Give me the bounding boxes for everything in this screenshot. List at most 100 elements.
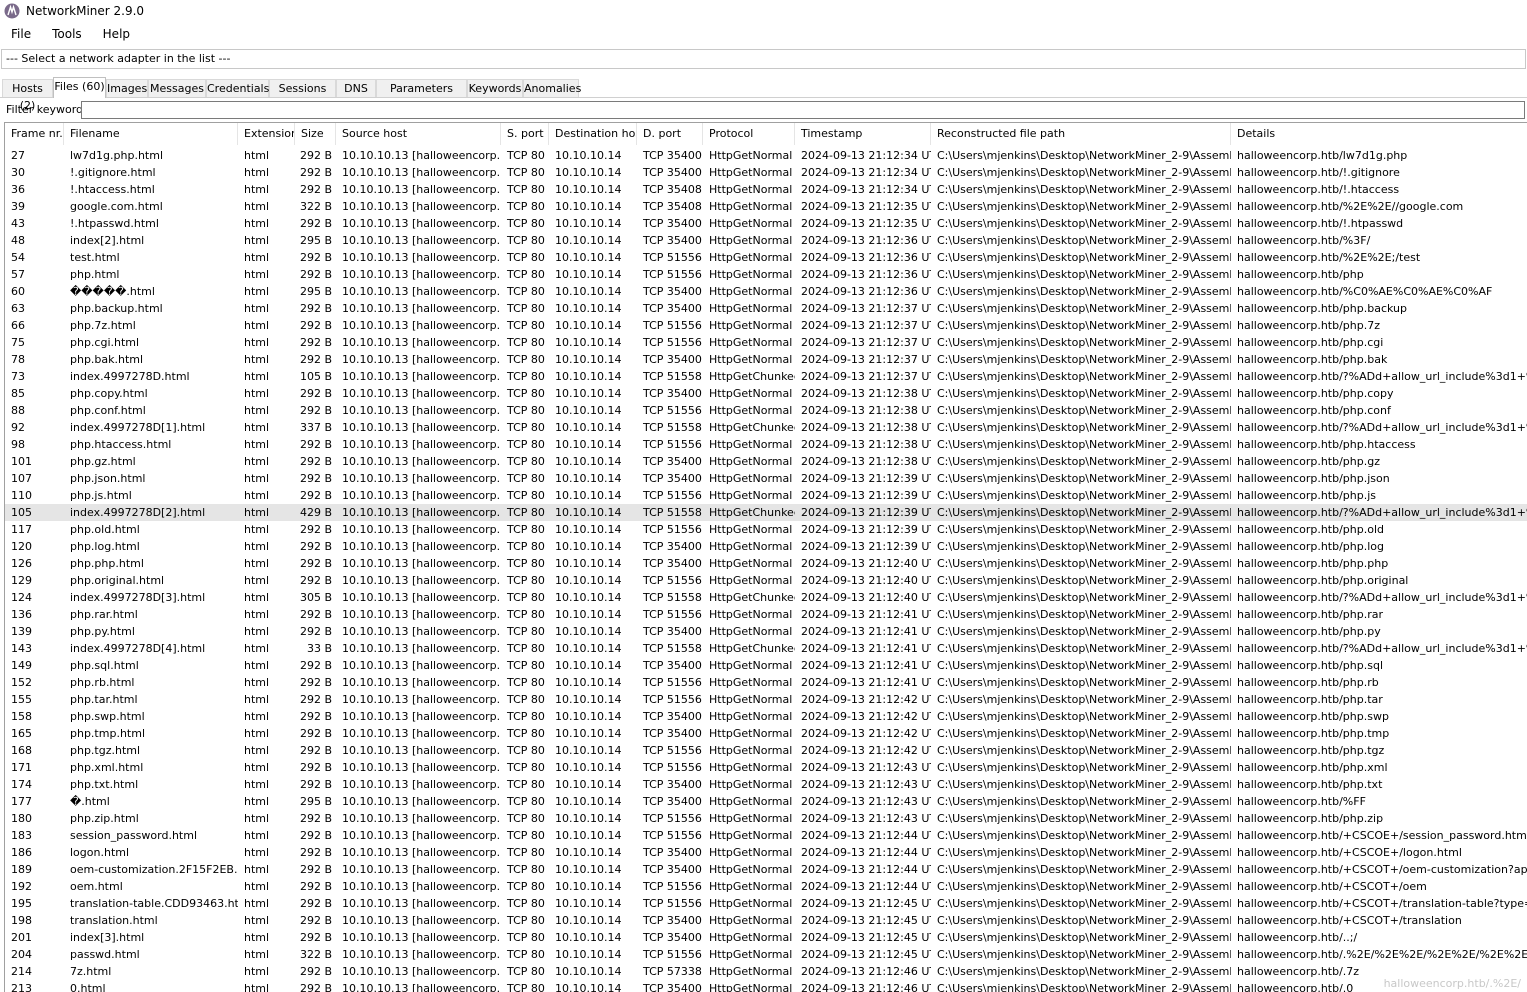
table-row[interactable]: 66 php.7z.html html 292 B 10.10.10.13 [hallo… — [5, 317, 1527, 334]
cell-s-port: TCP 80 — [507, 812, 545, 825]
cell-timestamp: 2024-09-13 21:12:39 UTC — [801, 523, 931, 536]
table-row[interactable]: 180 php.zip.html html 292 B 10.10.10.13 [hal… — [5, 810, 1527, 827]
table-row[interactable]: 189 oem-customization.2F15F2EB.html html 29… — [5, 861, 1527, 878]
table-row[interactable]: 186 logon.html html 292 B 10.10.10.13 [hallo… — [5, 844, 1527, 861]
filter-keyword-input[interactable] — [81, 101, 1525, 119]
tab-anomalies[interactable]: Anomalies — [523, 79, 581, 97]
table-row[interactable]: 195 translation-table.CDD93463.html html 29… — [5, 895, 1527, 912]
table-row[interactable]: 174 php.txt.html html 292 B 10.10.10.13 [hal… — [5, 776, 1527, 793]
table-row[interactable]: 192 oem.html html 292 B 10.10.10.13 [hallowe… — [5, 878, 1527, 895]
table-row[interactable]: 88 php.conf.html html 292 B 10.10.10.13 [hal… — [5, 402, 1527, 419]
table-row[interactable]: 117 php.old.html html 292 B 10.10.10.13 [hal… — [5, 521, 1527, 538]
table-row[interactable]: 101 php.gz.html html 292 B 10.10.10.13 [hall… — [5, 453, 1527, 470]
table-row[interactable]: 165 php.tmp.html html 292 B 10.10.10.13 [hal… — [5, 725, 1527, 742]
tab-messages[interactable]: Messages — [148, 79, 206, 97]
cell-s-port: TCP 80 — [507, 200, 545, 213]
table-row[interactable]: 43 !.htpasswd.html html 292 B 10.10.10.13 [h… — [5, 215, 1527, 232]
cell-timestamp: 2024-09-13 21:12:40 UTC — [801, 591, 931, 604]
table-row[interactable]: 204 passwd.html html 322 B 10.10.10.13 [hall… — [5, 946, 1527, 963]
table-row[interactable]: 105 index.4997278D[2].html html 429 B 10.10.… — [5, 504, 1527, 521]
table-row[interactable]: 48 index[2].html html 295 B 10.10.10.13 [hal… — [5, 232, 1527, 249]
table-row[interactable]: 177 �.html html 295 B 10.10.10.13 [halloween… — [5, 793, 1527, 810]
tab-sessions[interactable]: Sessions (5) — [269, 79, 336, 112]
cell-size: 337 B — [299, 421, 332, 434]
table-row[interactable]: 155 php.tar.html html 292 B 10.10.10.13 [hal… — [5, 691, 1527, 708]
menu-file[interactable]: File — [0, 23, 41, 45]
table-row[interactable]: 124 index.4997278D[3].html html 305 B 10.10.… — [5, 589, 1527, 606]
table-row[interactable]: 120 php.log.html html 292 B 10.10.10.13 [hal… — [5, 538, 1527, 555]
tab-files[interactable]: Files (60) — [53, 77, 106, 98]
cell-s-port: TCP 80 — [507, 387, 545, 400]
column-header-protocol[interactable]: Protocol — [703, 123, 795, 145]
tab-credentials[interactable]: Credentials — [206, 79, 269, 97]
cell-source-host: 10.10.10.13 [halloweencorp.htb] — [342, 778, 501, 791]
column-header-extension[interactable]: Extension — [238, 123, 295, 145]
tab-keywords[interactable]: Keywords — [467, 79, 523, 97]
table-row[interactable]: 54 test.html html 292 B 10.10.10.13 [hallowe… — [5, 249, 1527, 266]
column-header-details[interactable]: Details — [1231, 123, 1527, 145]
table-row[interactable]: 92 index.4997278D[1].html html 337 B 10.10.1… — [5, 419, 1527, 436]
cell-reconstructed-file-path: C:\Users\mjenkins\Desktop\NetworkMiner_2… — [937, 540, 1231, 553]
cell-destination-host: 10.10.10.14 — [555, 812, 622, 825]
table-row[interactable]: 126 php.php.html html 292 B 10.10.10.13 [hal… — [5, 555, 1527, 572]
table-row[interactable]: 198 translation.html html 292 B 10.10.10.13 … — [5, 912, 1527, 929]
table-row[interactable]: 63 php.backup.html html 292 B 10.10.10.13 [h… — [5, 300, 1527, 317]
cell-s-port: TCP 80 — [507, 608, 545, 621]
table-row[interactable]: 85 php.copy.html html 292 B 10.10.10.13 [hal… — [5, 385, 1527, 402]
column-header-s-port[interactable]: S. port — [501, 123, 549, 145]
table-row[interactable]: 57 php.html html 292 B 10.10.10.13 [hallowee… — [5, 266, 1527, 283]
table-row[interactable]: 213 0.html html 292 B 10.10.10.13 [halloween… — [5, 980, 1527, 992]
column-header-reconstructed-file-path[interactable]: Reconstructed file path — [931, 123, 1231, 145]
menu-help[interactable]: Help — [92, 23, 140, 45]
cell-timestamp: 2024-09-13 21:12:41 UTC — [801, 608, 931, 621]
cell-extension: html — [244, 166, 270, 179]
table-row[interactable]: 107 php.json.html html 292 B 10.10.10.13 [ha… — [5, 470, 1527, 487]
cell-details: halloweencorp.htb/php.bak — [1237, 353, 1388, 366]
table-row[interactable]: 73 index.4997278D.html html 105 B 10.10.10.1… — [5, 368, 1527, 385]
menu-tools[interactable]: Tools — [41, 23, 92, 45]
table-row[interactable]: 214 7z.html html 292 B 10.10.10.13 [hallowee… — [5, 963, 1527, 980]
table-row[interactable]: 75 php.cgi.html html 292 B 10.10.10.13 [hall… — [5, 334, 1527, 351]
table-row[interactable]: 60 �����.html html 295 B 10.10.10.13 [hallow… — [5, 283, 1527, 300]
table-row[interactable]: 30 !.gitignore.html html 292 B 10.10.10.13 [… — [5, 164, 1527, 181]
tab-parameters[interactable]: Parameters (749) — [376, 79, 467, 112]
table-row[interactable]: 39 google.com.html html 322 B 10.10.10.13 [h… — [5, 198, 1527, 215]
cell-timestamp: 2024-09-13 21:12:36 UTC — [801, 234, 931, 247]
column-header-destination-host[interactable]: Destination host — [549, 123, 637, 145]
table-row[interactable]: 98 php.htaccess.html html 292 B 10.10.10.13 … — [5, 436, 1527, 453]
table-row[interactable]: 168 php.tgz.html html 292 B 10.10.10.13 [hal… — [5, 742, 1527, 759]
tab-dns[interactable]: DNS — [336, 79, 376, 97]
network-adapter-select[interactable]: --- Select a network adapter in the list… — [1, 49, 1526, 69]
cell-destination-host: 10.10.10.14 — [555, 897, 622, 910]
table-row[interactable]: 149 php.sql.html html 292 B 10.10.10.13 [hal… — [5, 657, 1527, 674]
column-header-timestamp[interactable]: Timestamp — [795, 123, 931, 145]
tab-hosts[interactable]: Hosts (2) — [2, 79, 53, 112]
cell-destination-host: 10.10.10.14 — [555, 370, 622, 383]
cell-size: 295 B — [299, 234, 332, 247]
table-row[interactable]: 136 php.rar.html html 292 B 10.10.10.13 [hal… — [5, 606, 1527, 623]
tab-images[interactable]: Images — [106, 79, 148, 97]
column-header-source-host[interactable]: Source host — [336, 123, 501, 145]
cell-d-port: TCP 51556 — [643, 812, 702, 825]
column-header-d-port[interactable]: D. port — [637, 123, 703, 145]
table-row[interactable]: 78 php.bak.html html 292 B 10.10.10.13 [hall… — [5, 351, 1527, 368]
table-row[interactable]: 36 !.htaccess.html html 292 B 10.10.10.13 [h… — [5, 181, 1527, 198]
table-row[interactable]: 27 lw7d1g.php.html html 292 B 10.10.10.13 [h… — [5, 147, 1527, 164]
table-row[interactable]: 171 php.xml.html html 292 B 10.10.10.13 [hal… — [5, 759, 1527, 776]
table-row[interactable]: 201 index[3].html html 292 B 10.10.10.13 [ha… — [5, 929, 1527, 946]
table-row[interactable]: 152 php.rb.html html 292 B 10.10.10.13 [hall… — [5, 674, 1527, 691]
cell-d-port: TCP 51556 — [643, 744, 702, 757]
cell-frame-nr: 186 — [11, 846, 32, 859]
cell-s-port: TCP 80 — [507, 217, 545, 230]
table-row[interactable]: 143 index.4997278D[4].html html 33 B 10.10.1… — [5, 640, 1527, 657]
table-row[interactable]: 183 session_password.html html 292 B 10.10.1… — [5, 827, 1527, 844]
table-row[interactable]: 139 php.py.html html 292 B 10.10.10.13 [hall… — [5, 623, 1527, 640]
table-row[interactable]: 110 php.js.html html 292 B 10.10.10.13 [hall… — [5, 487, 1527, 504]
table-row[interactable]: 129 php.original.html html 292 B 10.10.10.13… — [5, 572, 1527, 589]
column-header-frame-nr[interactable]: Frame nr. — [5, 123, 64, 145]
table-row[interactable]: 158 php.swp.html html 292 B 10.10.10.13 [hal… — [5, 708, 1527, 725]
column-header-filename[interactable]: Filename — [64, 123, 238, 145]
cell-details: halloweencorp.htb/?%ADd+allow_url_includ… — [1237, 421, 1527, 434]
column-header-size[interactable]: Size — [295, 123, 336, 145]
cell-destination-host: 10.10.10.14 — [555, 234, 622, 247]
